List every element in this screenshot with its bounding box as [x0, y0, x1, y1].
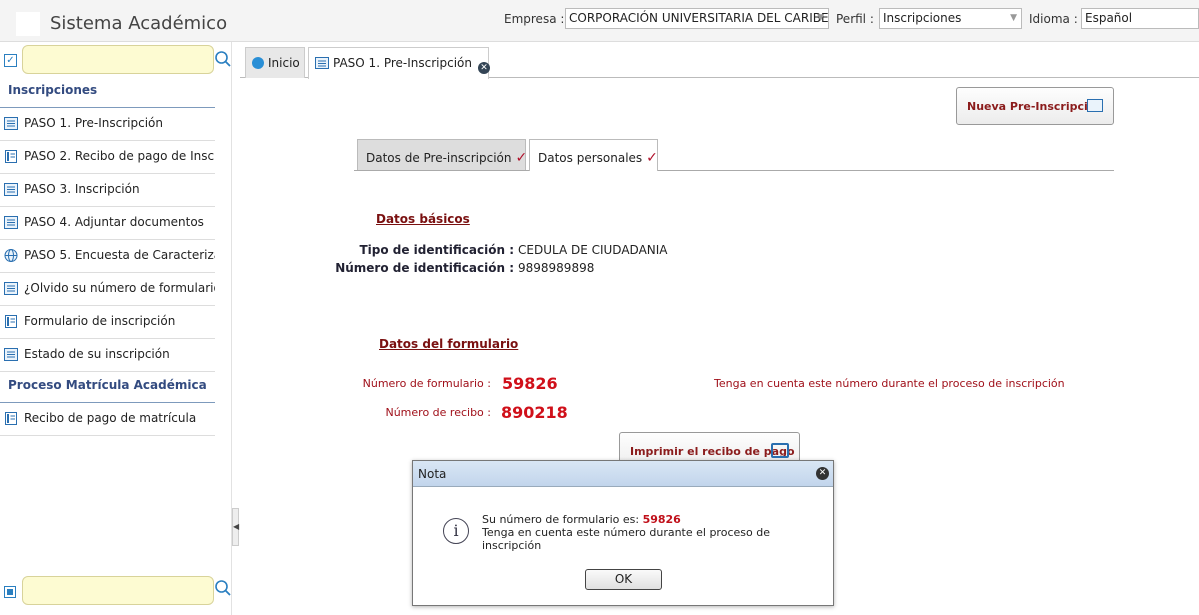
subtab-datos-preinscripcion[interactable]: Datos de Pre-inscripción ✓ — [357, 139, 528, 170]
search-icon[interactable] — [214, 579, 232, 597]
tab-label: PASO 1. Pre-Inscripción — [333, 56, 472, 70]
idioma-label: Idioma : — [1029, 12, 1078, 26]
list-icon — [4, 117, 18, 130]
sidebar-item-olvido[interactable]: ¿Olvido su número de formulario? — [0, 273, 215, 306]
sidebar-bottom-search-input[interactable] — [22, 576, 214, 605]
sidebar-item-paso5[interactable]: PASO 5. Encuesta de Caracterización — [0, 240, 215, 273]
sidebar-item-recibo-matricula[interactable]: Recibo de pago de matrícula — [0, 403, 215, 436]
note-dialog: Nota ✕ i Su número de formulario es: 598… — [412, 460, 834, 606]
numero-formulario-value: 59826 — [502, 374, 558, 393]
sidebar-search-input[interactable] — [22, 45, 214, 74]
sidebar-item-label: PASO 5. Encuesta de Caracterización — [24, 248, 215, 262]
sidebar-item-label: Estado de su inscripción — [24, 347, 170, 361]
sidebar-item-label: Formulario de inscripción — [24, 314, 176, 328]
sidebar-item-label: PASO 1. Pre-Inscripción — [24, 116, 163, 130]
numero-identificacion-value: 9898989898 — [518, 261, 595, 275]
tab-inicio[interactable]: Inicio — [245, 47, 305, 78]
numero-formulario-label: Número de formulario : — [362, 377, 491, 390]
empresa-select[interactable]: CORPORACIÓN UNIVERSITARIA DEL CARIBE ▼ — [565, 8, 829, 29]
check-icon: ✓ — [646, 150, 658, 166]
sidebar-item-label: PASO 2. Recibo de pago de Inscripción — [24, 149, 215, 163]
sidebar-item-paso4[interactable]: PASO 4. Adjuntar documentos — [0, 207, 215, 240]
list-icon — [4, 348, 18, 361]
sidebar-item-paso1[interactable]: PASO 1. Pre-Inscripción — [0, 108, 215, 141]
tipo-identificacion-label: Tipo de identificación : — [359, 243, 514, 257]
home-dot-icon — [252, 57, 264, 69]
app-title: Sistema Académico — [50, 13, 228, 34]
id-card-icon — [1087, 99, 1103, 112]
document-icon — [5, 412, 17, 425]
tab-paso1[interactable]: PASO 1. Pre-Inscripción ✕ — [308, 47, 490, 79]
chevron-down-icon: ▼ — [1010, 13, 1017, 23]
document-icon — [5, 315, 17, 328]
dialog-title: Nota — [413, 461, 833, 487]
numero-identificacion-label: Número de identificación : — [335, 261, 514, 275]
sidebar-item-paso3[interactable]: PASO 3. Inscripción — [0, 174, 215, 207]
search-icon[interactable] — [214, 50, 232, 68]
sidebar-item-paso2[interactable]: PASO 2. Recibo de pago de Inscripción — [0, 141, 215, 174]
close-icon[interactable]: ✕ — [477, 62, 490, 74]
sidebar-item-label: PASO 4. Adjuntar documentos — [24, 215, 204, 229]
idioma-select[interactable]: Español — [1081, 8, 1199, 29]
dialog-line1-prefix: Su número de formulario es: — [482, 513, 643, 526]
new-preinscription-label: Nueva Pre-Inscripción — [967, 100, 1104, 113]
section-title-datos-basicos: Datos básicos — [376, 212, 470, 226]
subtab-datos-personales[interactable]: Datos personales ✓ — [529, 139, 658, 171]
ok-button[interactable]: OK — [585, 569, 662, 590]
menu-group-inscripciones[interactable]: Inscripciones — [0, 77, 215, 108]
square-icon[interactable] — [4, 586, 16, 598]
tipo-identificacion-value: CEDULA DE CIUDADANIA — [518, 243, 668, 257]
perfil-select[interactable]: Inscripciones ▼ — [879, 8, 1022, 29]
perfil-select-value: Inscripciones — [883, 11, 962, 25]
sidebar-menu: Inscripciones PASO 1. Pre-Inscripción PA… — [0, 77, 215, 436]
list-icon — [4, 282, 18, 295]
subtab-bar: Datos de Pre-inscripción ✓ Datos personal… — [354, 139, 1114, 171]
list-icon — [315, 57, 329, 69]
sidebar: ✓ Inscripciones PASO 1. Pre-Inscripción … — [0, 42, 232, 615]
tab-bar: Inicio PASO 1. Pre-Inscripción ✕ — [240, 42, 1199, 79]
print-receipt-label: Imprimir el recibo de pago — [630, 445, 795, 458]
info-icon: i — [443, 518, 469, 544]
subtab-label: Datos de Pre-inscripción — [366, 151, 512, 165]
logo — [16, 12, 40, 36]
numero-recibo-value: 890218 — [501, 403, 568, 422]
sidebar-item-label: Recibo de pago de matrícula — [24, 411, 197, 425]
perfil-label: Perfil : — [836, 12, 874, 26]
sidebar-collapse-handle[interactable]: ◀ — [232, 508, 239, 546]
numero-recibo-label: Número de recibo : — [385, 406, 491, 419]
list-icon — [4, 183, 18, 196]
globe-icon — [4, 249, 18, 262]
formulario-note: Tenga en cuenta este número durante el p… — [714, 377, 1065, 390]
idioma-select-value: Español — [1085, 11, 1133, 25]
empresa-label: Empresa : — [504, 12, 565, 26]
dialog-message: Su número de formulario es: 59826 Tenga … — [482, 513, 812, 552]
top-header: Sistema Académico Empresa : CORPORACIÓN … — [0, 0, 1199, 42]
close-icon[interactable]: ✕ — [816, 467, 829, 480]
chevron-down-icon: ▼ — [817, 13, 824, 23]
empresa-select-value: CORPORACIÓN UNIVERSITARIA DEL CARIBE — [569, 11, 829, 25]
checkbox-icon[interactable]: ✓ — [4, 54, 17, 67]
printer-icon — [771, 443, 789, 458]
new-preinscription-button[interactable]: Nueva Pre-Inscripción — [956, 87, 1114, 125]
sidebar-item-label: PASO 3. Inscripción — [24, 182, 140, 196]
dialog-line2: Tenga en cuenta este número durante el p… — [482, 526, 770, 552]
sidebar-item-formulario[interactable]: Formulario de inscripción — [0, 306, 215, 339]
sidebar-item-estado[interactable]: Estado de su inscripción — [0, 339, 215, 372]
sidebar-item-label: ¿Olvido su número de formulario? — [24, 281, 215, 295]
document-icon — [5, 150, 17, 163]
menu-group-matricula[interactable]: Proceso Matrícula Académica — [0, 372, 215, 403]
dialog-formulario-number: 59826 — [642, 513, 681, 526]
check-icon: ✓ — [515, 150, 528, 166]
subtab-label: Datos personales — [538, 151, 643, 165]
list-icon — [4, 216, 18, 229]
tab-label: Inicio — [268, 56, 300, 70]
section-title-datos-formulario: Datos del formulario — [379, 337, 519, 351]
